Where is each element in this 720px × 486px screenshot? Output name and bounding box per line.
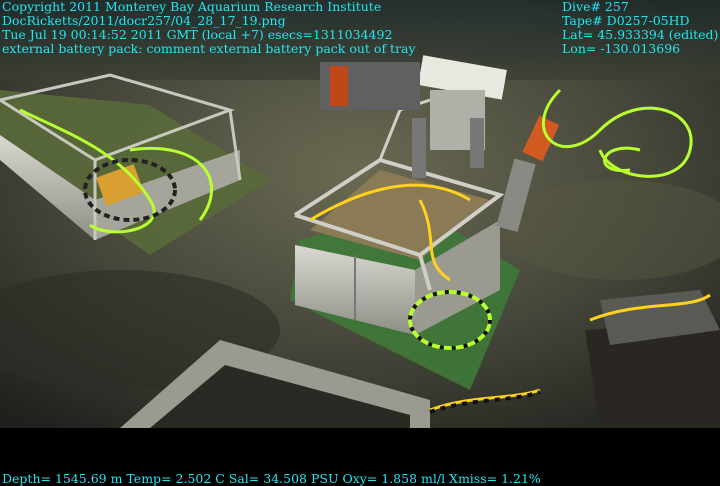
- video-frame: Copyright 2011 Monterey Bay Aquarium Res…: [0, 0, 720, 486]
- latitude: Lat= 45.933394 (edited): [562, 27, 719, 42]
- image-path-line: DocRicketts/2011/docr257/04_28_17_19.png: [2, 13, 286, 28]
- timestamp-line: Tue Jul 19 00:14:52 2011 GMT (local +7) …: [2, 27, 393, 42]
- tape-number: Tape# D0257-05HD: [562, 13, 690, 28]
- dive-number: Dive# 257: [562, 0, 629, 14]
- longitude: Lon= -130.013696: [562, 41, 681, 56]
- comment-line: external battery pack: comment external …: [2, 41, 416, 56]
- telemetry-readout: Depth= 1545.69 m Temp= 2.502 C Sal= 34.5…: [2, 471, 541, 486]
- seafloor-scene: [0, 0, 720, 428]
- copyright-line: Copyright 2011 Monterey Bay Aquarium Res…: [2, 0, 382, 14]
